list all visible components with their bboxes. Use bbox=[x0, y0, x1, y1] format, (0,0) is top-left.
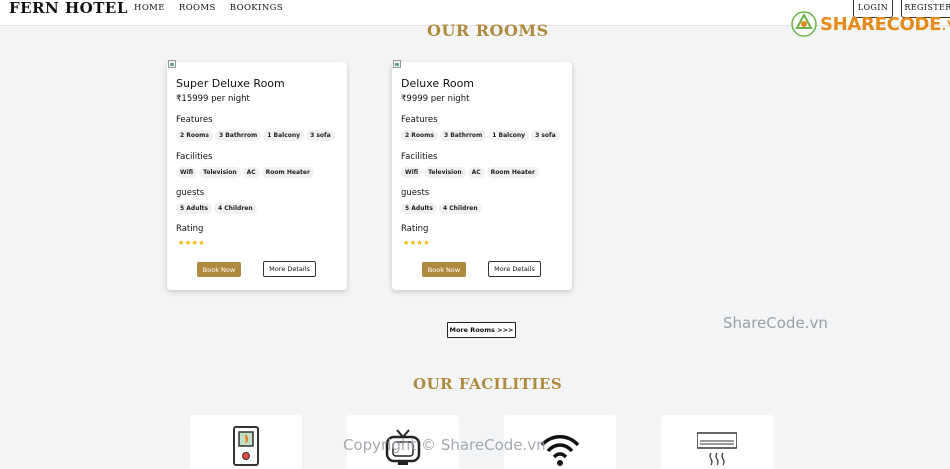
facility-tag: Wifi bbox=[176, 167, 198, 178]
features-tags: 2 Rooms 3 Bathrrom 1 Balcony 3 sofa bbox=[401, 130, 560, 141]
rating-label: Rating bbox=[176, 224, 204, 234]
guest-tag: 5 Adults bbox=[401, 203, 437, 214]
feature-tag: 2 Rooms bbox=[176, 130, 213, 141]
more-details-button[interactable]: More Details bbox=[263, 261, 316, 277]
nav-link-bookings[interactable]: Bookings bbox=[230, 3, 283, 13]
nav-link-rooms[interactable]: Rooms bbox=[179, 3, 216, 13]
facilities-section-title: OUR FACILITIES bbox=[413, 375, 563, 393]
facility-tag: Room Heater bbox=[486, 167, 539, 178]
feature-tag: 3 Bathrrom bbox=[439, 130, 487, 141]
room-card: Super Deluxe Room ₹15999 per night Featu… bbox=[167, 60, 347, 290]
wifi-icon bbox=[540, 435, 580, 466]
room-name: Deluxe Room bbox=[401, 77, 475, 90]
facility-tag: Wifi bbox=[401, 167, 423, 178]
watermark-text: ShareCode.vn bbox=[723, 314, 828, 332]
features-label: Features bbox=[401, 115, 438, 125]
feature-tag: 1 Balcony bbox=[488, 130, 530, 141]
nav-link-home[interactable]: Home bbox=[134, 3, 165, 13]
facilities-tags: Wifi Television AC Room Heater bbox=[401, 167, 539, 178]
room-card: Deluxe Room ₹9999 per night Features 2 R… bbox=[392, 60, 572, 290]
sharecode-logo-text: SHARECODE bbox=[820, 13, 942, 35]
facilities-label: Facilities bbox=[176, 152, 213, 162]
sharecode-logo: SHARECODE.vn bbox=[791, 11, 950, 37]
rating-stars: ★★★★ bbox=[178, 239, 206, 247]
facility-card bbox=[661, 415, 773, 469]
features-tags: 2 Rooms 3 Bathrrom 1 Balcony 3 sofa bbox=[176, 130, 335, 141]
book-now-button[interactable]: Book Now bbox=[422, 262, 466, 277]
facilities-tags: Wifi Television AC Room Heater bbox=[176, 167, 314, 178]
more-details-button[interactable]: More Details bbox=[488, 261, 541, 277]
rating-label: Rating bbox=[401, 224, 429, 234]
guest-tag: 4 Children bbox=[438, 203, 482, 214]
guests-tags: 5 Adults 4 Children bbox=[176, 203, 257, 214]
copyright-watermark: Copyright © ShareCode.vn bbox=[343, 436, 546, 454]
guest-tag: 4 Children bbox=[213, 203, 257, 214]
feature-tag: 3 sofa bbox=[531, 130, 560, 141]
room-heater-icon bbox=[233, 426, 259, 466]
room-price: ₹9999 per night bbox=[401, 94, 470, 104]
guests-label: guests bbox=[176, 188, 205, 198]
facility-tag: Television bbox=[424, 167, 466, 178]
room-image-placeholder bbox=[168, 60, 176, 68]
guests-tags: 5 Adults 4 Children bbox=[401, 203, 482, 214]
facility-tag: Television bbox=[199, 167, 241, 178]
room-price: ₹15999 per night bbox=[176, 94, 250, 104]
ac-icon bbox=[697, 432, 737, 466]
sharecode-logo-suffix: .vn bbox=[941, 13, 950, 35]
features-label: Features bbox=[176, 115, 213, 125]
room-image-placeholder bbox=[393, 60, 401, 68]
facility-card bbox=[190, 415, 302, 469]
brand-logo[interactable]: FERN HOTEL bbox=[9, 0, 128, 17]
nav-links: Home Rooms Bookings bbox=[134, 3, 283, 13]
facility-tag: Room Heater bbox=[261, 167, 314, 178]
feature-tag: 1 Balcony bbox=[263, 130, 305, 141]
feature-tag: 2 Rooms bbox=[401, 130, 438, 141]
rooms-section-title: OUR ROOMS bbox=[427, 21, 549, 40]
rating-stars: ★★★★ bbox=[403, 239, 431, 247]
more-rooms-button[interactable]: More Rooms >>> bbox=[447, 322, 516, 338]
sharecode-logo-icon bbox=[791, 11, 817, 37]
facility-tag: AC bbox=[242, 167, 260, 178]
room-name: Super Deluxe Room bbox=[176, 77, 285, 90]
book-now-button[interactable]: Book Now bbox=[197, 262, 241, 277]
feature-tag: 3 Bathrrom bbox=[214, 130, 262, 141]
guests-label: guests bbox=[401, 188, 430, 198]
facilities-label: Facilities bbox=[401, 152, 438, 162]
feature-tag: 3 sofa bbox=[306, 130, 335, 141]
guest-tag: 5 Adults bbox=[176, 203, 212, 214]
facility-tag: AC bbox=[467, 167, 485, 178]
